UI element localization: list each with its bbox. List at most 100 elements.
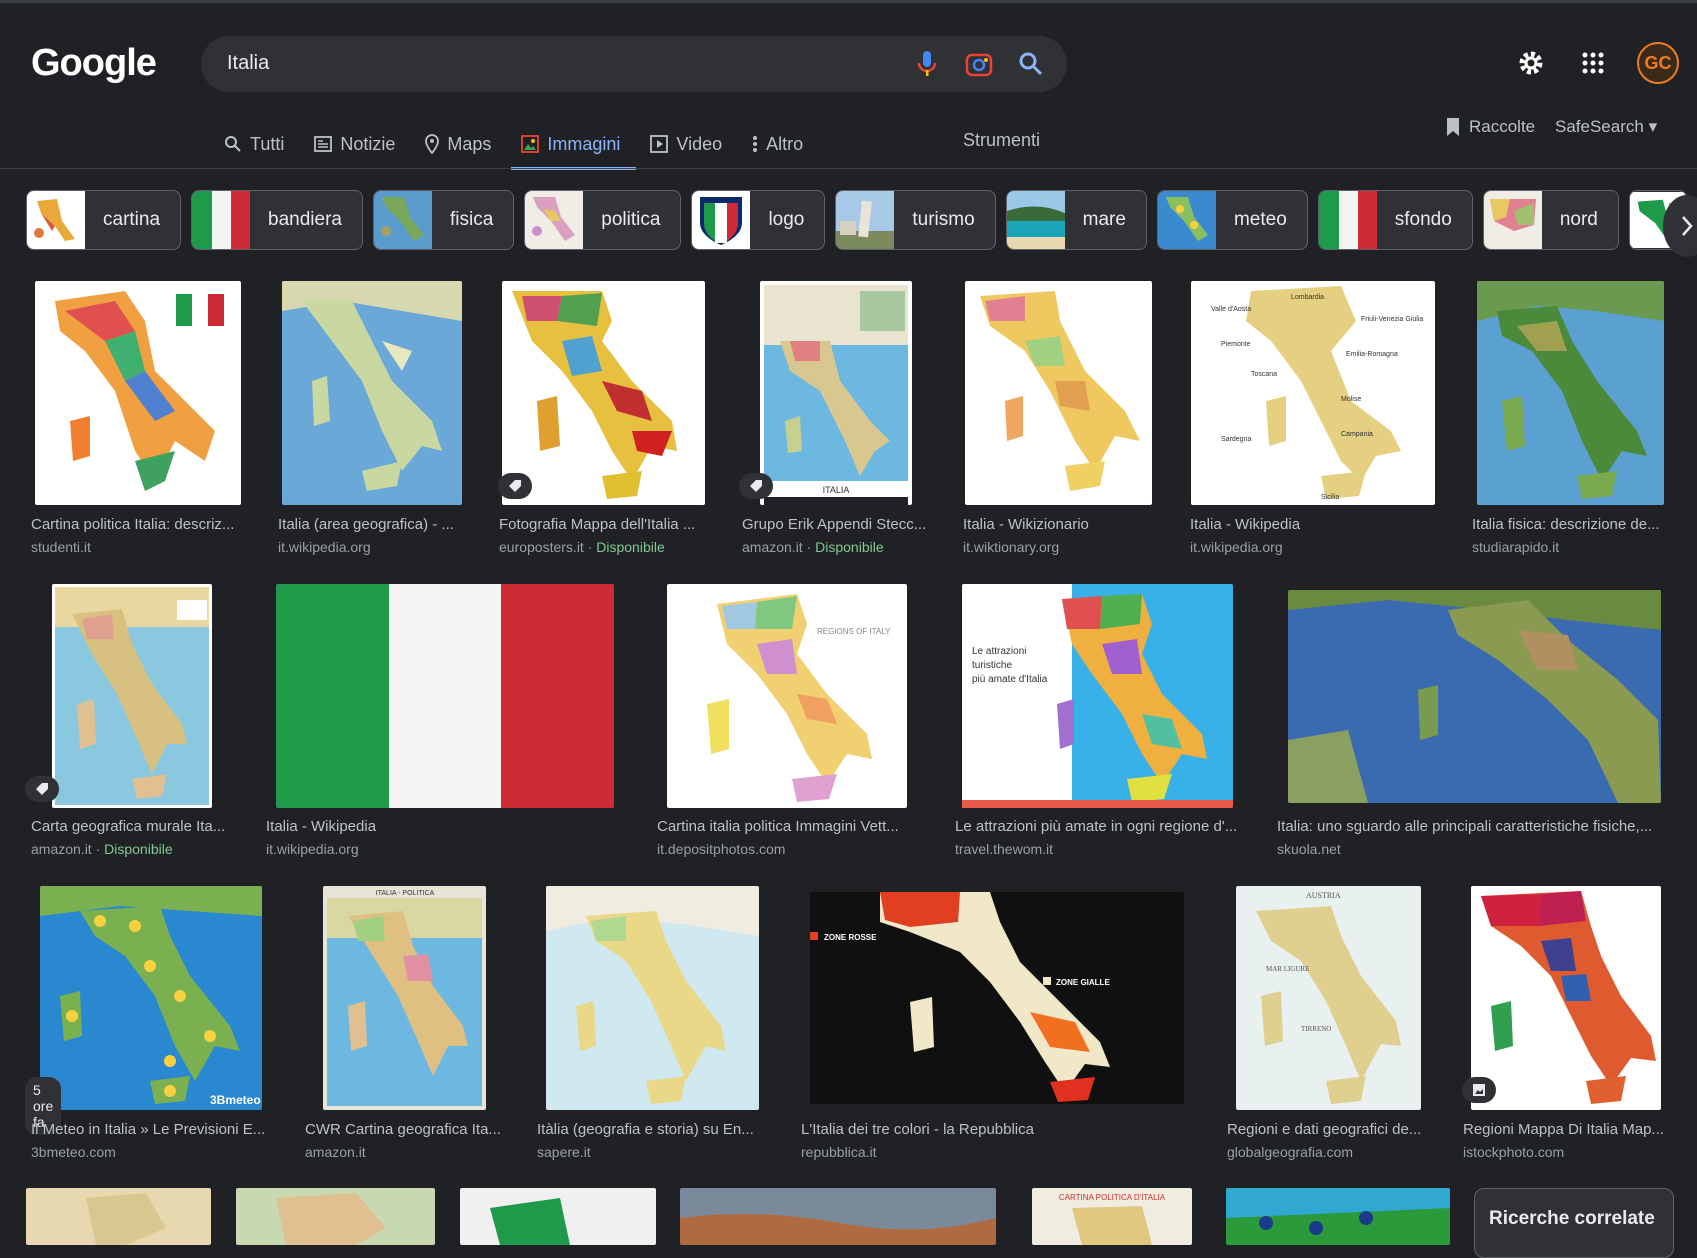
chip-sfondo[interactable]: sfondo [1317,190,1473,250]
chip-bandiera[interactable]: bandiera [191,190,363,250]
chip-fisica[interactable]: fisica [372,190,515,250]
result-image [502,281,705,505]
chip-label: sfondo [1394,209,1452,230]
chip-label: meteo [1233,209,1287,230]
result-image[interactable] [236,1188,435,1245]
chip-label: cartina [103,209,161,230]
result-title: Il Meteo in Italia » Le Previsioni E... [31,1121,266,1138]
chevron-right-icon [1682,216,1693,236]
tools-button[interactable]: Strumenti [963,130,1040,151]
tab-label: Notizie [340,133,396,154]
lens-icon[interactable] [963,48,995,80]
search-box[interactable]: Italia [201,36,1067,92]
chip-thumbnail [836,191,895,249]
svg-text:ITALIA - POLITICA: ITALIA - POLITICA [376,890,435,897]
svg-text:Lombardia: Lombardia [1291,294,1324,301]
result-image: ITALIA [760,281,912,505]
chip-label: logo [768,209,805,230]
avatar[interactable]: GC [1637,42,1679,84]
chip-thumbnail [373,191,432,249]
news-icon [314,136,333,152]
image-icon [521,135,540,153]
chip-cartina[interactable]: cartina [26,190,182,250]
result-image[interactable] [26,1188,211,1245]
svg-text:Emilia-Romagna: Emilia-Romagna [1346,351,1398,358]
result-title: Grupo Erik Appendi Stecc... [742,516,927,533]
source-domain: europosters.it · [499,539,597,555]
chip-label: turismo [912,209,975,230]
google-logo[interactable]: Google [31,42,157,85]
svg-text:Molise: Molise [1341,396,1361,403]
product-tag [25,776,59,802]
result-image[interactable] [1226,1188,1450,1245]
tab-video[interactable]: Video [650,122,722,166]
chip-thumbnail [27,191,85,249]
tab-maps[interactable]: Maps [425,122,491,166]
result-source: it.wiktionary.org [963,539,1060,555]
result-title: L'Italia dei tre colori - la Repubblica [801,1121,1034,1138]
svg-text:ZONE GIALLE: ZONE GIALLE [1056,978,1110,987]
result-image [546,886,759,1110]
result-title: Italia - Wikipedia [1190,516,1301,533]
tab-label: Maps [447,133,492,154]
top-border [0,0,1697,3]
svg-text:turistiche: turistiche [972,660,1012,671]
chip-politica[interactable]: politica [524,190,682,250]
search-input[interactable]: Italia [227,52,269,75]
result-source: 3bmeteo.com [31,1144,116,1160]
result-image [965,281,1152,505]
result-image[interactable] [460,1188,656,1245]
result-image[interactable]: CARTINA POLITICA D'ITALIA [1032,1188,1192,1245]
tab-label: Immagini [547,133,621,154]
svg-text:Campania: Campania [1341,431,1373,438]
svg-text:ZONE ROSSE: ZONE ROSSE [824,933,877,942]
chip-meteo[interactable]: meteo [1156,190,1308,250]
tab-immagini[interactable]: Immagini [511,122,637,170]
chip-thumbnail [1318,191,1377,249]
play-icon [650,135,669,153]
chip-logo[interactable]: logo [691,190,826,250]
svg-text:MAR LIGURE: MAR LIGURE [1266,965,1309,973]
search-icon [225,136,241,152]
search-tabs: Tutti Notizie Maps Immagini Video Altro [224,122,803,170]
result-title: Regioni e dati geografici de... [1227,1121,1422,1138]
svg-text:AUSTRIA: AUSTRIA [1306,891,1341,900]
mic-icon[interactable] [911,48,943,80]
result-title: Le attrazioni più amate in ogni regione … [955,818,1238,835]
result-title: Italia - Wikizionario [963,516,1089,533]
result-source: travel.thewom.it [955,841,1054,857]
svg-text:Sicilia: Sicilia [1321,494,1339,501]
image-icon [1473,1084,1485,1096]
result-title: Cartina politica Italia: descriz... [31,516,235,533]
tab-tutti[interactable]: Tutti [224,122,284,166]
chip-thumbnail [1006,191,1065,249]
result-source: sapere.it [537,1144,591,1160]
availability: Disponibile [815,539,884,555]
collections-button[interactable]: Raccolte [1445,117,1535,137]
pin-icon [425,134,440,154]
more-icon [753,136,758,152]
safesearch-dropdown[interactable]: SafeSearch ▾ [1555,117,1657,137]
gear-icon[interactable] [1513,45,1549,81]
apps-grid-icon[interactable] [1575,45,1611,81]
price-tag-icon [509,480,521,492]
svg-text:Friuli-Venezia Giulia: Friuli-Venezia Giulia [1361,316,1423,323]
chip-thumbnail [1483,191,1542,249]
svg-text:REGIONS OF ITALY: REGIONS OF ITALY [817,627,891,636]
search-icon[interactable] [1015,48,1047,80]
result-title: Itàlia (geografia e storia) su En... [537,1121,754,1138]
tab-notizie[interactable]: Notizie [314,122,395,166]
related-searches-label: Ricerche correlate [1489,1208,1655,1229]
related-searches-card[interactable]: Ricerche correlate [1474,1188,1674,1258]
result-image[interactable] [680,1188,996,1245]
tab-altro[interactable]: Altro [752,122,803,166]
result-image: Le attrazioni turistiche più amate d'Ita… [962,584,1233,808]
availability: Disponibile [104,841,173,857]
chip-mare[interactable]: mare [1005,190,1147,250]
chip-turismo[interactable]: turismo [835,190,996,250]
chip-nord[interactable]: nord [1482,190,1619,250]
result-image [52,584,212,808]
chip-thumbnail [525,191,584,249]
result-source: it.depositphotos.com [657,841,786,857]
price-tag-icon [750,480,762,492]
